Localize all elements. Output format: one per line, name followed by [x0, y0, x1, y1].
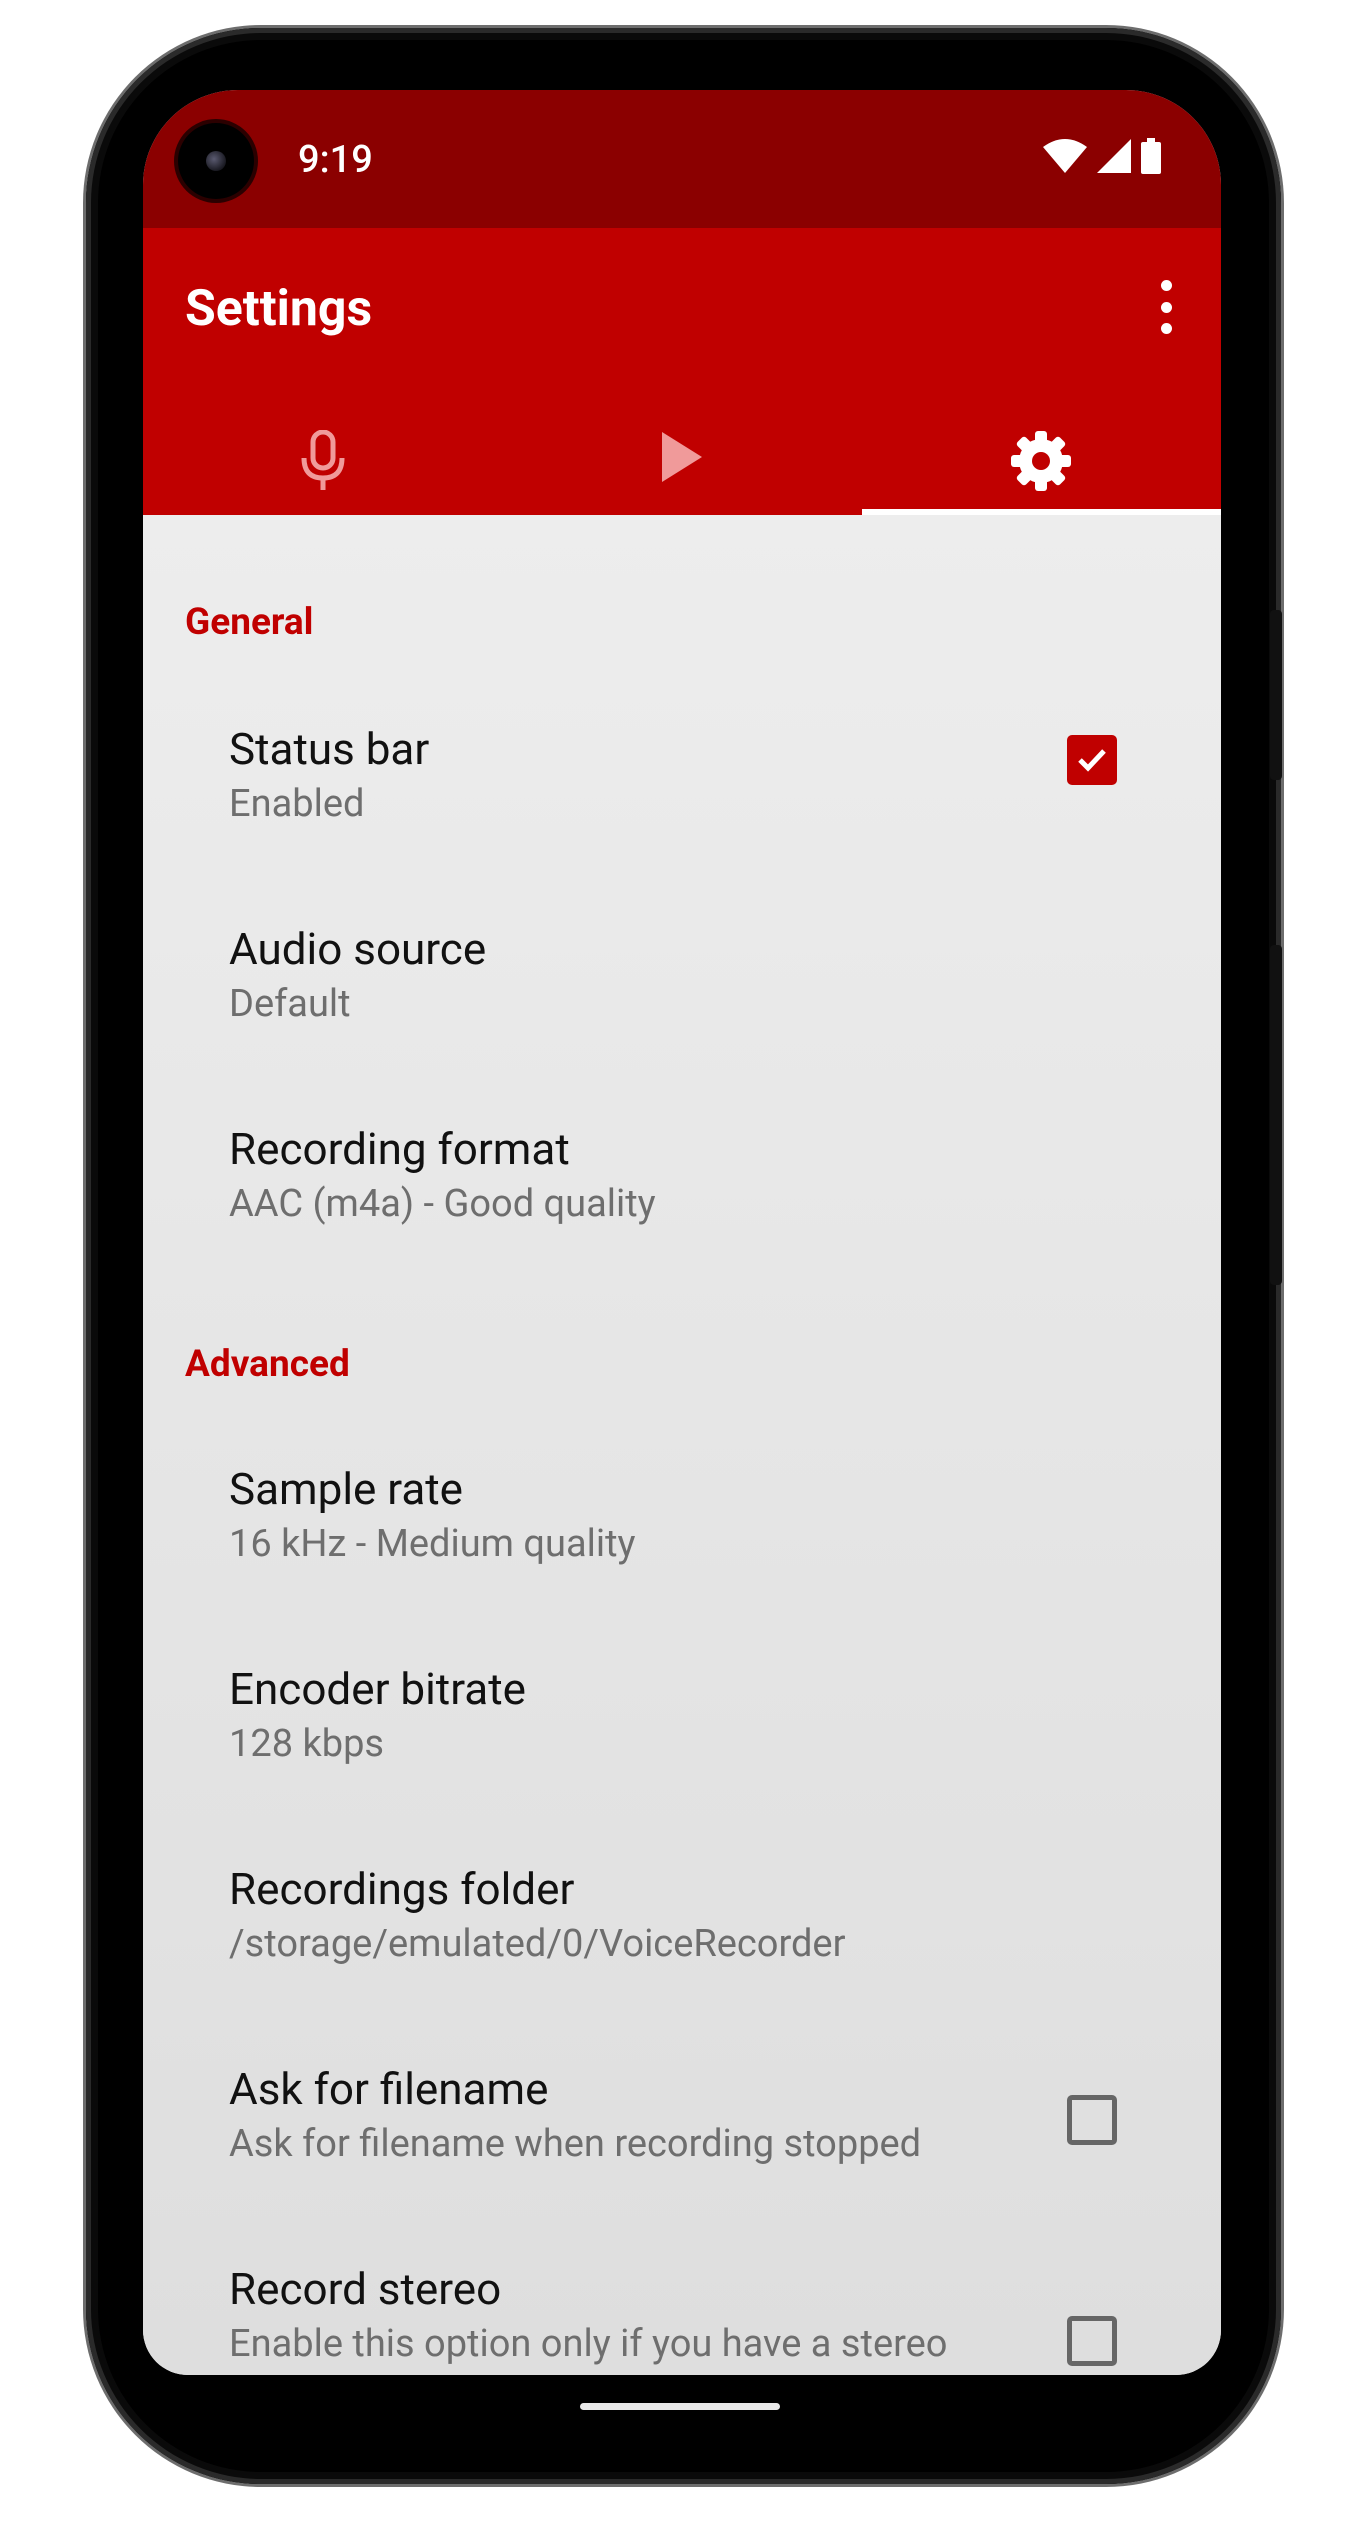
battery-icon — [1141, 138, 1161, 178]
setting-summary: Enabled — [229, 782, 365, 826]
setting-summary: Enable this option only if you have a st… — [229, 2322, 948, 2375]
setting-summary: /storage/emulated/0/VoiceRecorder — [229, 1922, 846, 1966]
setting-summary: Default — [229, 982, 351, 1026]
setting-record-stereo[interactable]: Record stereo Enable this option only if… — [143, 2263, 1221, 2375]
section-advanced: Advanced — [185, 1343, 350, 1386]
tab-play[interactable] — [502, 418, 861, 515]
setting-title: Audio source — [229, 923, 487, 975]
status-time: 9:19 — [298, 138, 373, 182]
screen: 9:19 Settings General Status bar Enabled… — [143, 90, 1221, 2375]
setting-title: Status bar — [229, 723, 430, 775]
setting-recordings-folder[interactable]: Recordings folder /storage/emulated/0/Vo… — [143, 1863, 1221, 2043]
setting-recording-format[interactable]: Recording format AAC (m4a) - Good qualit… — [143, 1123, 1221, 1303]
status-bar: 9:19 — [143, 90, 1221, 228]
setting-sample-rate[interactable]: Sample rate 16 kHz - Medium quality — [143, 1463, 1221, 1643]
setting-ask-filename[interactable]: Ask for filename Ask for filename when r… — [143, 2063, 1221, 2243]
section-general: General — [185, 601, 314, 644]
setting-summary: Ask for filename when recording stopped — [229, 2122, 922, 2166]
wifi-icon — [1043, 139, 1087, 177]
status-bar-checkbox[interactable] — [1067, 735, 1117, 785]
gear-icon — [1010, 430, 1072, 496]
setting-title: Sample rate — [229, 1463, 464, 1515]
setting-summary: AAC (m4a) - Good quality — [229, 1182, 656, 1226]
setting-title: Recordings folder — [229, 1863, 575, 1915]
app-bar: Settings — [143, 228, 1221, 515]
front-camera — [178, 123, 254, 199]
setting-status-bar[interactable]: Status bar Enabled — [143, 723, 1221, 903]
power-button — [1270, 610, 1282, 780]
status-icons — [1043, 138, 1161, 178]
microphone-icon — [298, 429, 348, 496]
setting-title: Recording format — [229, 1123, 570, 1175]
page-title: Settings — [185, 280, 373, 338]
ask-filename-checkbox[interactable] — [1067, 2095, 1117, 2145]
record-stereo-checkbox[interactable] — [1067, 2316, 1117, 2366]
more-vert-icon[interactable] — [1156, 280, 1176, 334]
setting-title: Encoder bitrate — [229, 1663, 526, 1715]
setting-title: Ask for filename — [229, 2063, 549, 2115]
signal-icon — [1097, 139, 1131, 177]
setting-title: Record stereo — [229, 2263, 502, 2315]
volume-rocker — [1270, 945, 1282, 1285]
settings-list: General Status bar Enabled Audio source … — [143, 515, 1221, 2375]
play-icon — [660, 430, 704, 488]
setting-summary: 128 kbps — [229, 1722, 385, 1766]
tab-bar — [143, 418, 1221, 515]
home-gesture-bar[interactable] — [580, 2403, 780, 2410]
tab-record[interactable] — [143, 418, 502, 515]
setting-audio-source[interactable]: Audio source Default — [143, 923, 1221, 1103]
setting-encoder-bitrate[interactable]: Encoder bitrate 128 kbps — [143, 1663, 1221, 1843]
tab-settings[interactable] — [861, 418, 1221, 515]
setting-summary: 16 kHz - Medium quality — [229, 1522, 636, 1566]
